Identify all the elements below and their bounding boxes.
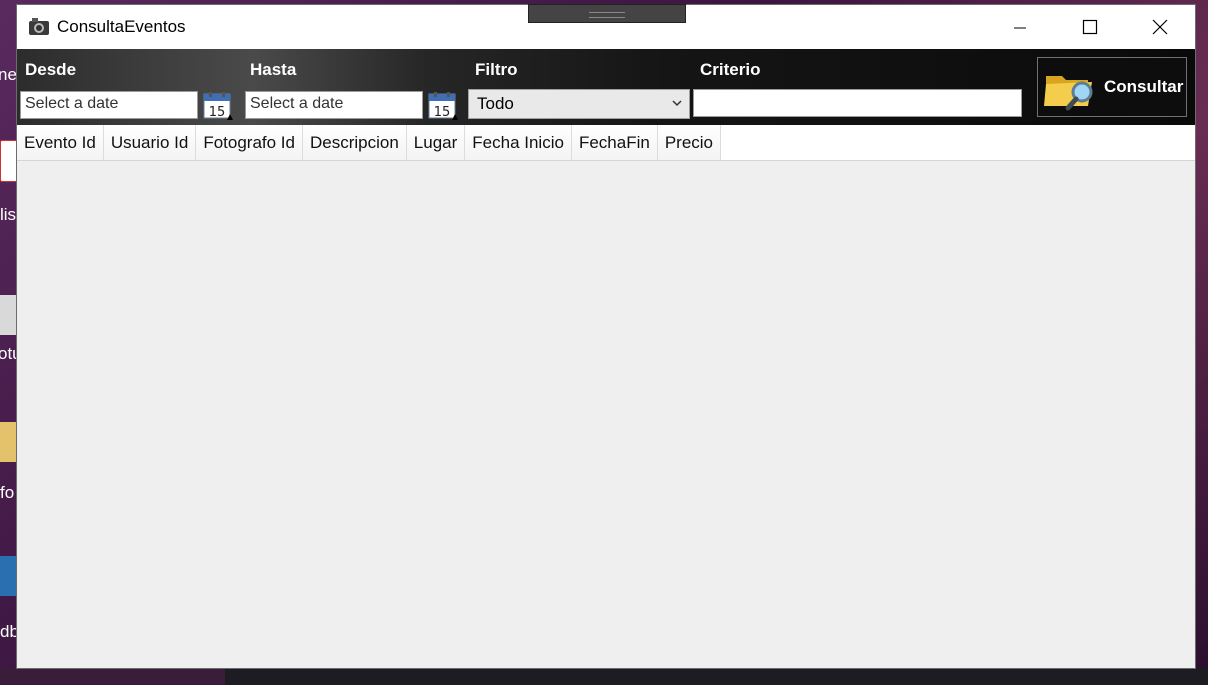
calendar-icon: 15 [428,92,458,120]
filter-toolbar: Desde Hasta Filtro Criterio Select a dat… [17,49,1195,125]
minimize-icon [1014,27,1026,29]
calendar-day-text: 15 [209,105,226,120]
column-header-usuario-id[interactable]: Usuario Id [103,125,197,160]
desktop-text-fragment: fo [0,483,15,502]
desde-date-input[interactable]: Select a date [20,91,198,119]
hasta-date-input[interactable]: Select a date [245,91,423,119]
taskbar-strip [0,667,1208,685]
title-bar[interactable]: ConsultaEventos [17,4,1195,49]
desktop-icon[interactable] [0,422,18,462]
window-title: ConsultaEventos [57,17,186,36]
column-header-precio[interactable]: Precio [657,125,722,160]
chevron-down-icon [672,100,682,107]
data-grid-body[interactable] [17,161,1195,668]
column-header-lugar[interactable]: Lugar [406,125,466,160]
folder-search-icon [1044,76,1093,111]
desde-calendar-button[interactable]: 15 [203,92,233,120]
calendar-icon: 15 [203,92,233,120]
hasta-label: Hasta [250,60,297,79]
close-icon [1152,19,1168,35]
minimize-button[interactable] [985,5,1055,49]
desde-label: Desde [25,60,77,79]
criterio-input[interactable] [693,89,1022,117]
filtro-select[interactable]: Todo [468,89,690,119]
column-header-fotografo-id[interactable]: Fotografo Id [196,125,303,160]
column-header-descripcion[interactable]: Descripcion [302,125,407,160]
camera-icon [28,17,50,36]
grid-header-row: Evento Id Usuario Id Fotografo Id Descri… [17,125,1195,161]
desktop-icon[interactable] [0,556,18,596]
hasta-calendar-button[interactable]: 15 [428,92,458,120]
desktop-icon[interactable] [0,295,18,335]
maximize-button[interactable] [1055,5,1125,49]
consulta-eventos-window: ConsultaEventos Desde Hasta Filtro Crite… [17,4,1195,668]
column-header-fecha-inicio[interactable]: Fecha Inicio [465,125,572,160]
filtro-label: Filtro [475,60,518,79]
close-button[interactable] [1125,5,1195,49]
consultar-label: Consultar [1104,77,1184,96]
column-header-evento-id[interactable]: Evento Id [17,125,104,160]
maximize-icon [1082,19,1098,35]
drag-grip[interactable] [528,4,686,23]
filtro-selected-value: Todo [477,94,514,113]
criterio-label: Criterio [700,60,761,79]
consultar-button[interactable]: Consultar [1037,57,1187,117]
column-header-fechafin[interactable]: FechaFin [571,125,658,160]
calendar-day-text: 15 [434,105,451,120]
desktop-text-fragment: lis [0,205,17,224]
